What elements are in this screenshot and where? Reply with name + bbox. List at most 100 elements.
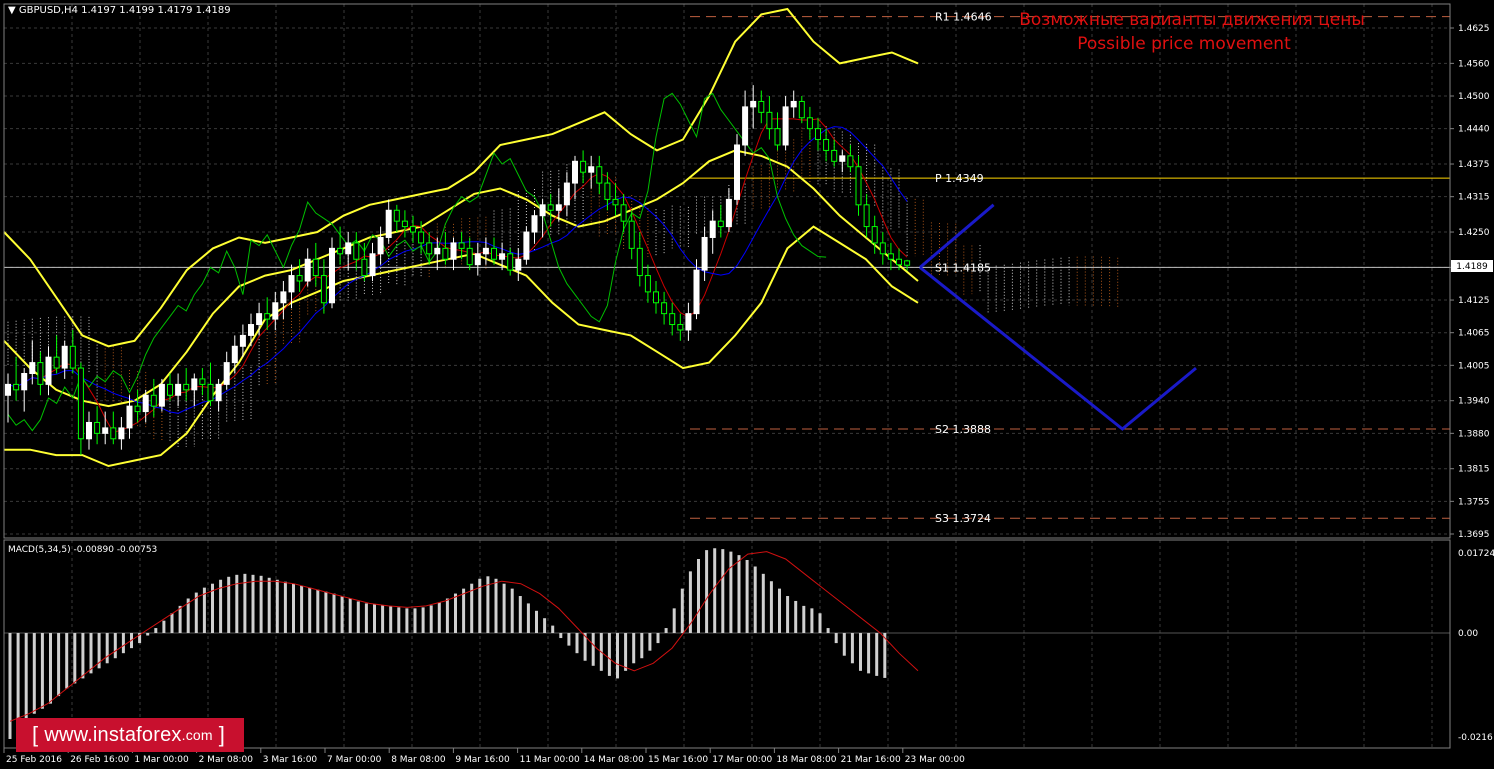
- candle-body: [523, 231, 530, 260]
- candle-body: [256, 313, 263, 326]
- x-tick-label: 18 Mar 08:00: [776, 755, 836, 765]
- candle-body: [304, 258, 311, 282]
- candle-body: [248, 324, 254, 336]
- candle-body: [142, 394, 149, 413]
- candle-body: [515, 258, 522, 271]
- candle-body: [685, 313, 692, 331]
- y-tick-label: 1.3755: [1458, 497, 1490, 507]
- watermark-domain: .com: [181, 727, 213, 743]
- chart-canvas: R1 1.4646 P 1.4349 S1 1.4185 S2 1.3888 S3 1.…: [0, 0, 1494, 769]
- x-tick-label: 2 Mar 08:00: [199, 755, 254, 765]
- candle-body: [693, 269, 700, 315]
- x-tick-label: 23 Mar 00:00: [905, 755, 965, 765]
- candle-body: [94, 421, 101, 434]
- macd-label: MACD(5,34,5) -0.00890 -0.00753: [8, 545, 157, 555]
- candle-body: [531, 215, 538, 233]
- candle-body: [353, 242, 360, 260]
- candle-body: [725, 198, 732, 228]
- candle-body: [644, 275, 651, 293]
- candle-body: [887, 253, 894, 260]
- level-label-s2: S2 1.3888: [935, 423, 991, 436]
- candle-body: [86, 421, 92, 440]
- candle-body: [37, 362, 44, 385]
- candle-body: [717, 220, 724, 228]
- candle-body: [758, 100, 765, 113]
- candle-body: [507, 253, 514, 271]
- y-tick-label: 1.3880: [1458, 429, 1490, 439]
- candle-body: [774, 128, 781, 146]
- candle-body: [620, 204, 627, 222]
- candle-body: [393, 209, 400, 222]
- x-tick-label: 11 Mar 00:00: [520, 755, 580, 765]
- chart-title-en: Possible price movement: [1077, 34, 1291, 54]
- candle-body: [847, 155, 854, 168]
- candle-body: [855, 166, 862, 206]
- candle-body: [499, 253, 506, 260]
- candle-body: [555, 204, 562, 211]
- candle-body: [572, 160, 578, 184]
- candle-body: [239, 334, 246, 347]
- candle-body: [612, 198, 619, 206]
- candle-body: [628, 220, 635, 249]
- candle-body: [806, 117, 813, 130]
- bracket-open: [: [32, 722, 39, 747]
- watermark-site: www.instaforex: [44, 723, 182, 746]
- candle-body: [734, 144, 740, 200]
- symbol-info: ▼ GBPUSD,H4 1.4197 1.4199 1.4179 1.4189: [8, 5, 231, 16]
- candle-body: [13, 383, 20, 391]
- macd-tick-label: 0.00: [1458, 629, 1478, 639]
- candle-body: [77, 367, 84, 440]
- candle-body: [158, 383, 165, 407]
- candle-body: [377, 236, 384, 255]
- candle-body: [742, 106, 749, 146]
- candle-body: [588, 166, 595, 173]
- candle-body: [879, 242, 886, 255]
- candle-body: [823, 139, 830, 151]
- x-tick-label: 14 Mar 08:00: [584, 755, 644, 765]
- candle-body: [312, 258, 319, 277]
- candle-body: [458, 242, 465, 249]
- y-tick-label: 1.4625: [1458, 24, 1490, 34]
- candle-body: [45, 356, 52, 385]
- candle-body: [150, 394, 157, 407]
- candle-body: [272, 302, 279, 320]
- candle-body: [661, 302, 668, 315]
- candle-body: [580, 160, 587, 173]
- candle-body: [871, 226, 878, 244]
- candle-body: [280, 291, 287, 304]
- macd-tick-label: -0.0216: [1458, 733, 1493, 743]
- instaforex-watermark[interactable]: [ www.instaforex .com ]: [16, 718, 244, 752]
- candle-body: [466, 247, 473, 266]
- candle-body: [596, 166, 603, 184]
- current-price-label: 1.4189: [1456, 262, 1488, 272]
- candle-body: [401, 220, 408, 228]
- candle-body: [29, 362, 36, 374]
- candle-body: [134, 405, 141, 413]
- y-tick-label: 1.4375: [1458, 160, 1490, 170]
- candle-body: [369, 253, 376, 277]
- candle-body: [207, 383, 214, 402]
- x-tick-label: 9 Mar 16:00: [455, 755, 510, 765]
- candle-body: [636, 247, 643, 277]
- candle-body: [790, 100, 797, 108]
- candle-body: [782, 106, 789, 146]
- candle-body: [21, 372, 28, 391]
- y-tick-label: 1.4065: [1458, 329, 1490, 339]
- x-tick-label: 3 Mar 16:00: [263, 755, 318, 765]
- candle-body: [191, 378, 198, 391]
- candle-body: [539, 204, 546, 217]
- candle-body: [61, 345, 68, 369]
- chart-title-ru: Возможные варианты движения цены: [1019, 10, 1365, 30]
- x-tick-label: 25 Feb 2016: [6, 755, 62, 765]
- candle-body: [491, 247, 497, 260]
- x-tick-label: 8 Mar 08:00: [391, 755, 446, 765]
- x-tick-label: 17 Mar 00:00: [712, 755, 772, 765]
- y-tick-label: 1.4005: [1458, 361, 1490, 371]
- candle-body: [167, 383, 173, 396]
- candle-body: [329, 247, 335, 304]
- candle-body: [474, 253, 481, 266]
- candle-body: [102, 427, 109, 434]
- candle-body: [709, 220, 716, 238]
- candle-body: [296, 275, 303, 282]
- candle-body: [345, 242, 352, 255]
